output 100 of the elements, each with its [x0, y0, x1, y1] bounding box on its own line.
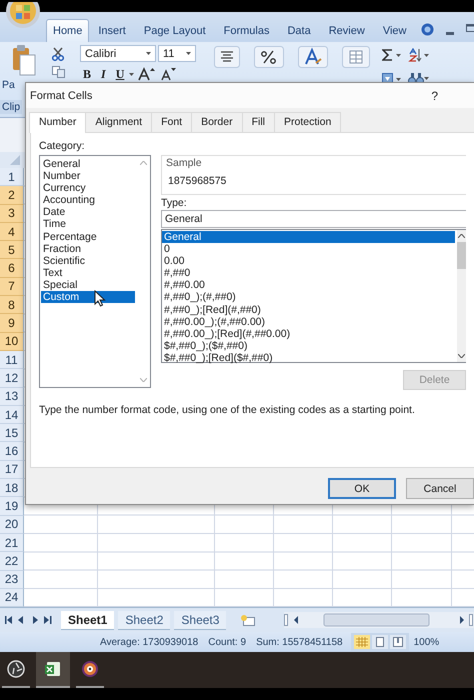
- format-code-item[interactable]: 0.00: [162, 255, 455, 268]
- row-header[interactable]: 5: [0, 241, 24, 260]
- ribbon-tab[interactable]: Home: [46, 19, 90, 42]
- percent-icon[interactable]: [254, 46, 284, 68]
- taskbar-button[interactable]: [36, 652, 70, 688]
- help-icon[interactable]: [421, 23, 434, 36]
- ribbon-tab[interactable]: Formulas: [214, 20, 278, 42]
- help-button[interactable]: ?: [431, 88, 438, 102]
- row-header[interactable]: 1: [0, 168, 24, 186]
- row-header[interactable]: 17: [0, 460, 24, 480]
- row-header[interactable]: 15: [0, 424, 24, 442]
- font-size-dropdown[interactable]: 11: [158, 45, 196, 62]
- category-item[interactable]: Time: [41, 218, 135, 231]
- ribbon-tab[interactable]: Review: [320, 20, 374, 42]
- row-header[interactable]: 13: [0, 388, 24, 406]
- format-code-item[interactable]: #,##0_);[Red](#,##0): [162, 304, 455, 316]
- row-header[interactable]: 12: [0, 369, 24, 388]
- row-header[interactable]: 3: [0, 204, 24, 223]
- sample-label: Sample: [166, 157, 203, 169]
- row-header[interactable]: 18: [0, 479, 24, 498]
- vertical-scrollbar[interactable]: [457, 230, 466, 362]
- scroll-up-icon[interactable]: [458, 234, 465, 238]
- font-name-dropdown[interactable]: Calibri: [80, 45, 156, 62]
- row-header[interactable]: 4: [0, 222, 24, 242]
- category-item[interactable]: Special: [41, 278, 135, 292]
- category-item[interactable]: Text: [41, 266, 135, 279]
- zoom-level[interactable]: 100%: [414, 636, 440, 648]
- row-header[interactable]: 19: [0, 497, 24, 516]
- format-code-item[interactable]: #,##0_);(#,##0): [162, 291, 455, 304]
- scrollbar-thumb[interactable]: [457, 242, 466, 269]
- format-button[interactable]: U: [112, 66, 128, 82]
- category-item[interactable]: Scientific: [41, 254, 135, 267]
- format-code-item[interactable]: #,##0.00_);(#,##0.00): [162, 316, 455, 328]
- category-item[interactable]: Number: [41, 170, 135, 182]
- ribbon-tab[interactable]: Page Layout: [134, 20, 215, 42]
- dialog-tab[interactable]: Number: [29, 112, 86, 133]
- category-item[interactable]: Custom: [41, 291, 135, 304]
- row-header[interactable]: 21: [0, 534, 24, 552]
- sort-icon[interactable]: [408, 48, 430, 62]
- ribbon-tab[interactable]: Data: [278, 20, 320, 42]
- sum-icon[interactable]: [382, 49, 402, 61]
- paste-icon[interactable]: [12, 44, 36, 76]
- ribbon-tab[interactable]: Insert: [89, 20, 135, 42]
- row-header[interactable]: 24: [0, 588, 24, 608]
- page-break-view-icon[interactable]: [390, 635, 406, 650]
- category-item[interactable]: Accounting: [41, 194, 135, 206]
- format-code-item[interactable]: $#,##0_);[Red]($#,##0): [162, 352, 455, 364]
- row-header[interactable]: 23: [0, 570, 24, 589]
- format-code-item[interactable]: #,##0.00_);[Red](#,##0.00): [162, 328, 455, 340]
- disc-icon: [81, 660, 99, 678]
- sample-value: 1875968575: [167, 175, 228, 187]
- row-header[interactable]: 6: [0, 259, 24, 278]
- format-code-item[interactable]: $#,##0_);($#,##0): [162, 340, 455, 352]
- status-sum: Sum: 15578451158: [256, 636, 343, 648]
- sheet-tab[interactable]: Sheet3: [174, 610, 226, 630]
- insert-sheet-icon[interactable]: [240, 614, 256, 627]
- minimize-icon[interactable]: [446, 32, 454, 35]
- type-input[interactable]: General: [161, 210, 466, 228]
- row-header[interactable]: 14: [0, 406, 24, 424]
- dialog-button[interactable]: OK: [328, 478, 396, 499]
- row-header[interactable]: 2: [0, 186, 24, 205]
- category-item[interactable]: Date: [41, 206, 135, 218]
- row-header[interactable]: 8: [0, 296, 24, 314]
- row-header[interactable]: 16: [0, 442, 24, 461]
- align-center-icon[interactable]: [214, 46, 240, 68]
- format-code-item[interactable]: General: [162, 231, 455, 244]
- format-code-item[interactable]: 0: [162, 243, 455, 256]
- sheet-tab[interactable]: Sheet1: [61, 610, 114, 630]
- sheet-navigation-icon[interactable]: [3, 615, 53, 626]
- category-item[interactable]: Fraction: [41, 242, 135, 255]
- row-header[interactable]: 10: [0, 332, 24, 351]
- paste-label: Pa: [2, 79, 15, 91]
- category-label: Category:: [39, 140, 85, 154]
- horizontal-scrollbar[interactable]: [284, 612, 474, 628]
- category-item[interactable]: General: [41, 158, 135, 170]
- category-item[interactable]: Currency: [41, 182, 135, 194]
- dialog-tab[interactable]: Protection: [274, 112, 342, 132]
- category-list[interactable]: General Number Currency Accounting Date Time Percentage Fraction Scientific Text Special Custom: [39, 155, 151, 388]
- row-header[interactable]: 22: [0, 552, 24, 571]
- format-code-list[interactable]: General 0 0.00 #,##0 #,##0.00 #,##0_);(#,##0) #,##0_);[Red](#,##0) #,##0.00_);(#,##0.00) #,##0.00_);[Red](#,##0.00) $#,##0_);($#,##0) $#,##0_);[Red]($#,##0): [161, 229, 466, 363]
- format-button[interactable]: I: [98, 66, 109, 82]
- shrink-font-icon[interactable]: [160, 67, 176, 81]
- restore-icon[interactable]: [466, 24, 474, 32]
- row-header[interactable]: 20: [0, 516, 24, 534]
- sheet-tab[interactable]: Sheet2: [118, 610, 170, 630]
- format-code-item[interactable]: #,##0.00: [162, 279, 455, 292]
- row-header[interactable]: 11: [0, 350, 24, 370]
- grow-font-icon[interactable]: [138, 67, 156, 81]
- page-layout-view-icon[interactable]: [372, 635, 388, 650]
- row-header[interactable]: 7: [0, 278, 24, 296]
- format-button[interactable]: B: [80, 66, 94, 82]
- format-code-item[interactable]: #,##0: [162, 267, 455, 280]
- styles-icon[interactable]: [298, 46, 328, 68]
- row-header[interactable]: 9: [0, 314, 24, 333]
- category-item[interactable]: Percentage: [41, 230, 135, 243]
- scroll-down-icon[interactable]: [458, 354, 465, 358]
- ribbon-tab[interactable]: View: [374, 20, 416, 42]
- dialog-button[interactable]: Cancel: [406, 478, 474, 499]
- dialog-title: Format Cells: [30, 90, 94, 102]
- cells-icon[interactable]: [342, 46, 370, 68]
